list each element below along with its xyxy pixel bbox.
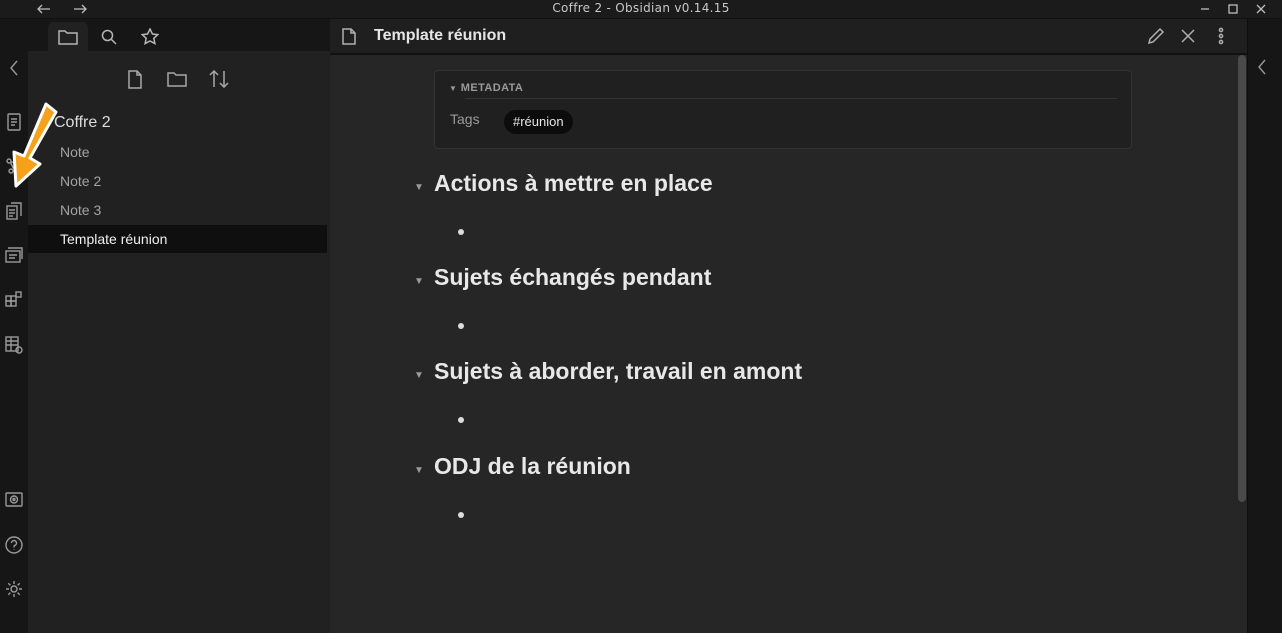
tab-starred[interactable]: [130, 22, 170, 51]
metadata-header[interactable]: ▼ METADATA: [449, 82, 523, 94]
empty-bullet: [458, 512, 464, 518]
table-settings-icon[interactable]: [4, 335, 24, 355]
fold-toggle-icon[interactable]: ▼: [414, 465, 424, 476]
editor-scrollbar[interactable]: [1238, 55, 1246, 502]
file-item-note-3[interactable]: Note 3: [28, 196, 327, 224]
empty-bullet: [458, 229, 464, 235]
metadata-divider: [465, 98, 1117, 99]
new-note-button[interactable]: [121, 65, 149, 93]
metadata-header-label: METADATA: [460, 82, 524, 94]
editor-header: Template réunion: [330, 19, 1247, 55]
maximize-icon[interactable]: [1222, 0, 1244, 18]
window-title: Coffre 2 - Obsidian v0.14.15: [552, 1, 730, 15]
editor-pane: Template réunion ▼ METADATA Tags #réunio…: [330, 19, 1247, 633]
kanban-icon[interactable]: [4, 290, 24, 310]
slides-icon[interactable]: [4, 245, 24, 265]
empty-bullet: [458, 323, 464, 329]
fold-toggle-icon[interactable]: ▼: [414, 276, 424, 287]
metadata-key-tags: Tags: [450, 111, 480, 127]
heading-actions: Actions à mettre en place: [434, 170, 713, 196]
file-icon: [338, 25, 360, 47]
file-item-template-reunion[interactable]: Template réunion: [28, 225, 327, 253]
file-item-note[interactable]: Note: [28, 138, 327, 166]
window-close-icon[interactable]: [1250, 0, 1272, 18]
vault-icon[interactable]: [4, 490, 24, 510]
note-title: Template réunion: [374, 27, 507, 44]
settings-gear-icon[interactable]: [4, 579, 24, 599]
close-note-icon[interactable]: [1177, 25, 1199, 47]
heading-sujets-echanges: Sujets échangés pendant: [434, 264, 712, 290]
collapse-sidebar-icon[interactable]: [4, 58, 24, 78]
window-titlebar: Coffre 2 - Obsidian v0.14.15: [0, 0, 1282, 19]
heading-odj: ODJ de la réunion: [434, 453, 631, 479]
tab-search[interactable]: [89, 22, 129, 51]
minimize-icon[interactable]: [1194, 0, 1216, 18]
file-explorer-sidebar: Coffre 2 Note Note 2 Note 3 Template réu…: [28, 19, 330, 633]
sidebar-tabs: [28, 19, 330, 51]
metadata-block: ▼ METADATA Tags #réunion: [434, 70, 1132, 149]
new-folder-button[interactable]: [163, 65, 191, 93]
sort-button[interactable]: [205, 65, 233, 93]
edit-pencil-icon[interactable]: [1145, 25, 1167, 47]
more-options-icon[interactable]: [1210, 25, 1232, 47]
tab-file-explorer[interactable]: [48, 22, 88, 51]
templates-icon[interactable]: [4, 201, 24, 221]
right-ribbon: [1247, 19, 1282, 633]
expand-right-sidebar-icon[interactable]: [1257, 59, 1267, 80]
annotation-arrow-icon: [12, 102, 58, 188]
metadata-fold-icon[interactable]: ▼: [449, 84, 457, 93]
tag-pill[interactable]: #réunion: [504, 110, 573, 134]
fold-toggle-icon[interactable]: ▼: [414, 370, 424, 381]
help-icon[interactable]: [4, 535, 24, 555]
file-item-note-2[interactable]: Note 2: [28, 167, 327, 195]
fold-toggle-icon[interactable]: ▼: [414, 182, 424, 193]
heading-sujets-a-aborder: Sujets à aborder, travail en amont: [434, 358, 803, 384]
vault-name[interactable]: Coffre 2: [54, 114, 111, 132]
empty-bullet: [458, 417, 464, 423]
